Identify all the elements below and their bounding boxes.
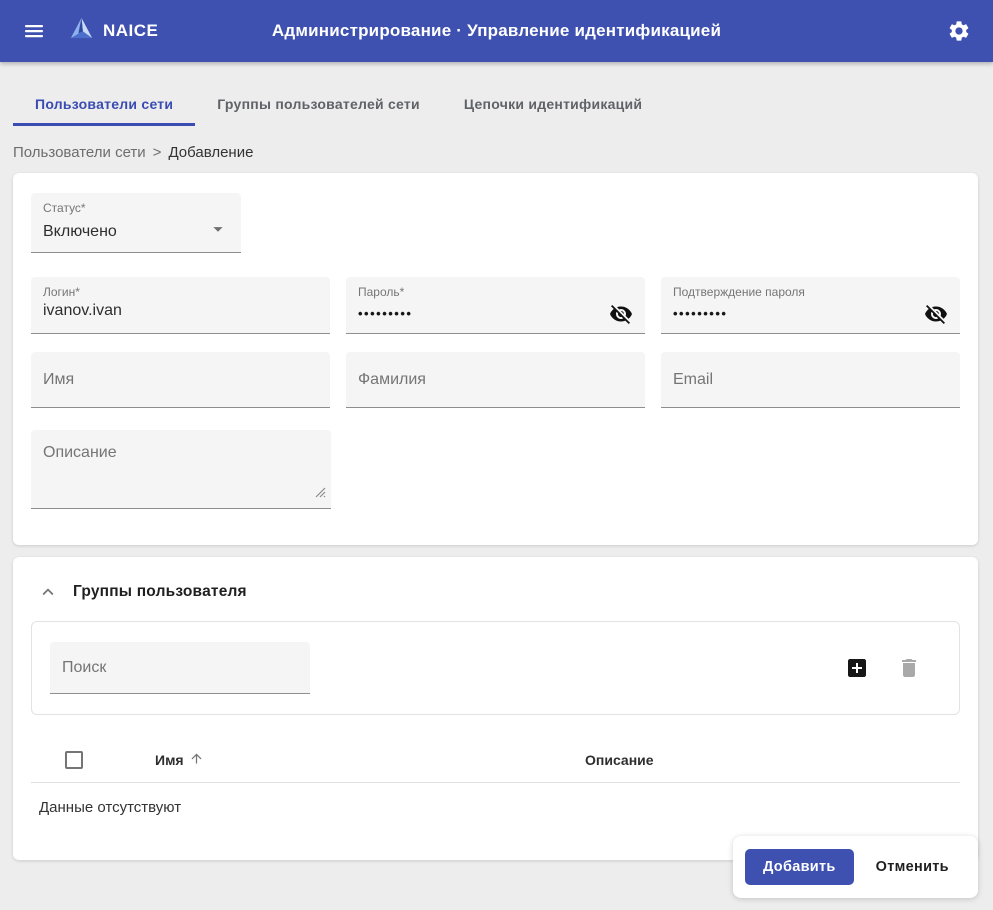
tab-identification-chains[interactable]: Цепочки идентификаций xyxy=(442,84,664,126)
app-window: NAICE Администрирование · Управление иде… xyxy=(0,0,993,910)
status-value: Включено xyxy=(43,223,117,241)
password-field[interactable]: Пароль* ••••••••• xyxy=(346,277,645,334)
column-name-label: Имя xyxy=(155,752,184,768)
user-form-card: Статус* Включено Логин* ivanov.ivan Паро… xyxy=(13,173,978,545)
chevron-up-icon[interactable] xyxy=(37,581,59,603)
password-confirm-field[interactable]: Подтверждение пароля ••••••••• xyxy=(661,277,960,334)
tab-label: Пользователи сети xyxy=(35,96,173,112)
column-header-name[interactable]: Имя xyxy=(155,751,585,769)
table-empty-state: Данные отсутствуют xyxy=(31,783,960,816)
breadcrumb-current: Добавление xyxy=(168,144,253,161)
password-label: Пароль* xyxy=(358,285,633,299)
last-name-input[interactable] xyxy=(358,371,633,389)
status-select[interactable]: Статус* Включено xyxy=(31,193,241,253)
cancel-button[interactable]: Отменить xyxy=(862,849,963,885)
app-bar: NAICE Администрирование · Управление иде… xyxy=(0,0,993,62)
action-panel: Добавить Отменить xyxy=(733,836,978,898)
names-row xyxy=(31,352,960,408)
status-label: Статус* xyxy=(43,201,229,215)
first-name-input[interactable] xyxy=(43,371,318,389)
brand-name: NAICE xyxy=(103,21,158,41)
sort-asc-icon xyxy=(189,751,204,769)
password-value: ••••••••• xyxy=(358,304,412,324)
login-value: ivanov.ivan xyxy=(43,302,122,319)
breadcrumb-separator: > xyxy=(153,144,162,161)
password-confirm-label: Подтверждение пароля xyxy=(673,285,948,299)
gear-icon[interactable] xyxy=(945,17,973,45)
add-button[interactable]: Добавить xyxy=(745,849,854,885)
tab-label: Цепочки идентификаций xyxy=(464,96,642,112)
credentials-row: Логин* ivanov.ivan Пароль* ••••••••• Под… xyxy=(31,277,960,334)
trash-icon[interactable] xyxy=(897,656,921,680)
groups-table-header: Имя Описание xyxy=(31,737,960,783)
group-search-input[interactable] xyxy=(62,659,298,677)
group-search-field xyxy=(50,642,310,694)
brand-logo[interactable]: NAICE xyxy=(68,15,158,47)
visibility-off-icon[interactable] xyxy=(924,302,948,326)
add-box-icon[interactable] xyxy=(845,656,869,680)
column-description-label: Описание xyxy=(585,752,654,768)
select-all-checkbox[interactable] xyxy=(65,751,83,769)
logo-triangle-icon xyxy=(68,15,95,47)
last-name-field xyxy=(346,352,645,408)
breadcrumb: Пользователи сети > Добавление xyxy=(0,126,993,161)
select-all-cell xyxy=(65,751,155,769)
login-label: Логин* xyxy=(43,285,318,299)
first-name-field xyxy=(31,352,330,408)
description-field xyxy=(31,430,331,509)
tab-network-user-groups[interactable]: Группы пользователей сети xyxy=(195,84,442,126)
email-field xyxy=(661,352,960,408)
email-input[interactable] xyxy=(673,371,948,389)
column-header-description[interactable]: Описание xyxy=(585,752,960,768)
description-textarea[interactable] xyxy=(43,444,319,501)
hamburger-menu-icon[interactable] xyxy=(20,17,48,45)
dropdown-arrow-icon xyxy=(207,218,229,245)
tab-label: Группы пользователей сети xyxy=(217,96,420,112)
password-confirm-value: ••••••••• xyxy=(673,304,727,324)
tab-bar: Пользователи сети Группы пользователей с… xyxy=(0,84,993,126)
groups-toolbar-icons xyxy=(845,656,941,680)
visibility-off-icon[interactable] xyxy=(609,302,633,326)
user-groups-card: Группы пользователя Имя xyxy=(13,557,978,860)
resize-handle-icon[interactable] xyxy=(315,485,326,503)
breadcrumb-parent[interactable]: Пользователи сети xyxy=(13,144,146,161)
groups-toolbar xyxy=(31,621,960,715)
groups-section-header: Группы пользователя xyxy=(31,581,960,603)
tab-network-users[interactable]: Пользователи сети xyxy=(13,84,195,126)
login-field[interactable]: Логин* ivanov.ivan xyxy=(31,277,330,334)
groups-section-title: Группы пользователя xyxy=(73,583,247,601)
